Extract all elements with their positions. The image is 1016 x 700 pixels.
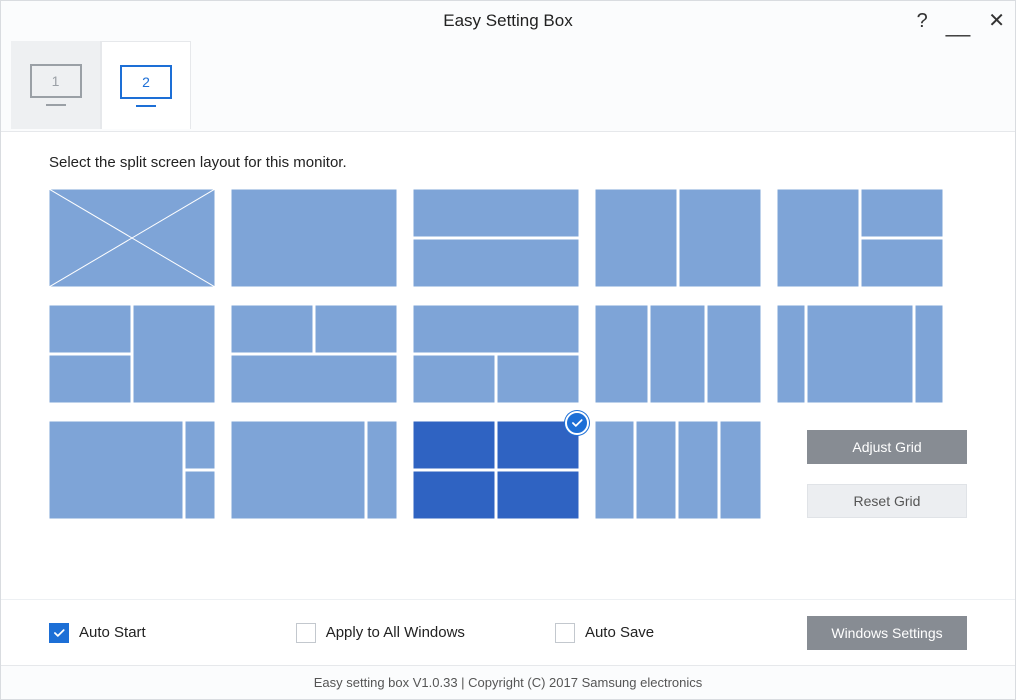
- minimize-icon[interactable]: __: [946, 14, 970, 36]
- window-controls: ? __ ✕: [917, 1, 1005, 41]
- reset-grid-button[interactable]: Reset Grid: [807, 484, 967, 518]
- status-text: Easy setting box V1.0.33 | Copyright (C)…: [314, 675, 703, 690]
- layout-option-none[interactable]: [49, 189, 215, 287]
- checkbox-icon: [296, 623, 316, 643]
- layout-option-three-col[interactable]: [595, 305, 761, 403]
- auto-save-checkbox[interactable]: Auto Save: [555, 623, 654, 643]
- footer-options: Auto Start Apply to All Windows Auto Sav…: [1, 599, 1015, 665]
- main-panel: Select the split screen layout for this …: [1, 131, 1015, 599]
- layout-option-left-right[interactable]: [595, 189, 761, 287]
- windows-settings-button[interactable]: Windows Settings: [807, 616, 967, 650]
- help-icon[interactable]: ?: [917, 11, 928, 31]
- instruction-text: Select the split screen layout for this …: [49, 154, 967, 171]
- auto-start-label: Auto Start: [79, 624, 146, 641]
- layout-option-four-col[interactable]: [595, 421, 761, 519]
- window-title: Easy Setting Box: [443, 11, 572, 31]
- layout-option-quad[interactable]: [413, 421, 579, 519]
- checkbox-icon: [49, 623, 69, 643]
- layout-grid: [49, 189, 967, 599]
- layout-option-top-bottom[interactable]: [413, 189, 579, 287]
- layout-option-wide-narrow[interactable]: [231, 421, 397, 519]
- grid-action-buttons: Adjust Grid Reset Grid: [807, 430, 967, 518]
- layout-option-narrowL-wide-narrowR[interactable]: [777, 305, 943, 403]
- apply-all-checkbox[interactable]: Apply to All Windows: [296, 623, 465, 643]
- checkbox-icon: [555, 623, 575, 643]
- tab-monitor-1[interactable]: 1: [11, 41, 101, 129]
- tab-monitor-2[interactable]: 2: [101, 41, 191, 129]
- close-icon[interactable]: ✕: [988, 11, 1005, 31]
- layout-option-wide-narrowsplit[interactable]: [49, 421, 215, 519]
- status-bar: Easy setting box V1.0.33 | Copyright (C)…: [1, 665, 1015, 699]
- layout-option-full[interactable]: [231, 189, 397, 287]
- layout-option-left-rightsplit[interactable]: [777, 189, 943, 287]
- layout-option-top-bottomsplit[interactable]: [413, 305, 579, 403]
- monitor-number: 2: [120, 65, 172, 99]
- monitor-icon: 1: [30, 64, 82, 106]
- monitor-tabs: 1 2: [1, 41, 1015, 131]
- layout-option-leftsplit-right[interactable]: [49, 305, 215, 403]
- monitor-icon: 2: [120, 65, 172, 107]
- selected-check-icon: [565, 411, 589, 435]
- auto-save-label: Auto Save: [585, 624, 654, 641]
- apply-all-label: Apply to All Windows: [326, 624, 465, 641]
- adjust-grid-button[interactable]: Adjust Grid: [807, 430, 967, 464]
- monitor-number: 1: [30, 64, 82, 98]
- auto-start-checkbox[interactable]: Auto Start: [49, 623, 146, 643]
- app-window: Easy Setting Box ? __ ✕ 1 2 Select the s…: [0, 0, 1016, 700]
- title-bar: Easy Setting Box ? __ ✕: [1, 1, 1015, 41]
- layout-option-topsplit-bottom[interactable]: [231, 305, 397, 403]
